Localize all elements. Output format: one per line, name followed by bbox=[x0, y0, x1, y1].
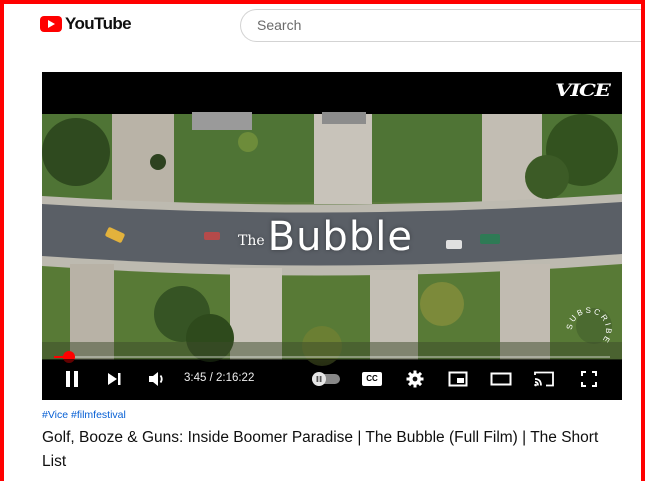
subscribe-ring-text: SUBSCRIBE bbox=[565, 306, 611, 346]
fullscreen-button[interactable] bbox=[578, 368, 600, 390]
captions-icon: CC bbox=[362, 372, 382, 386]
video-title: Golf, Booze & Guns: Inside Boomer Paradi… bbox=[42, 429, 599, 470]
captions-label: CC bbox=[366, 374, 378, 383]
fullscreen-icon bbox=[581, 371, 597, 387]
time-display: 3:45 / 2:16:22 bbox=[184, 372, 254, 384]
theater-icon bbox=[490, 372, 512, 386]
overlay-title-prefix: The bbox=[238, 233, 265, 249]
logo-text: YouTube bbox=[65, 14, 132, 33]
video-hashtags[interactable]: #Vice #filmfestival bbox=[42, 409, 126, 421]
video-player[interactable]: VICE The Bubble SUBSCRIBE 3:45 / 2:16:22 bbox=[42, 72, 622, 400]
overlay-title: Bubble bbox=[267, 214, 413, 260]
pause-icon bbox=[66, 371, 78, 387]
settings-button[interactable] bbox=[404, 368, 426, 390]
autoplay-toggle[interactable] bbox=[310, 368, 342, 390]
cast-icon bbox=[534, 371, 554, 387]
next-icon bbox=[108, 373, 121, 385]
time-current: 3:45 bbox=[184, 372, 207, 384]
cast-button[interactable] bbox=[532, 368, 556, 390]
autoplay-toggle-icon bbox=[312, 372, 340, 386]
svg-text:SUBSCRIBE: SUBSCRIBE bbox=[565, 306, 614, 346]
gear-icon bbox=[406, 370, 424, 388]
volume-icon bbox=[149, 372, 163, 386]
search-input[interactable]: Search bbox=[240, 9, 645, 42]
miniplayer-button[interactable] bbox=[446, 368, 470, 390]
video-title-overlay: The Bubble bbox=[238, 214, 413, 260]
channel-watermark: VICE bbox=[555, 81, 611, 101]
pause-button[interactable] bbox=[62, 368, 82, 390]
youtube-play-icon bbox=[40, 16, 62, 32]
miniplayer-icon bbox=[448, 371, 468, 387]
theater-mode-button[interactable] bbox=[488, 368, 514, 390]
player-controls: 3:45 / 2:16:22 CC bbox=[42, 359, 622, 400]
subscribe-watermark[interactable]: SUBSCRIBE bbox=[564, 305, 614, 355]
time-total: 2:16:22 bbox=[215, 372, 255, 384]
next-button[interactable] bbox=[104, 368, 124, 390]
volume-button[interactable] bbox=[146, 368, 168, 390]
progress-bar[interactable] bbox=[54, 351, 610, 363]
time-separator: / bbox=[206, 372, 216, 384]
youtube-logo[interactable]: YouTube bbox=[40, 14, 132, 34]
captions-button[interactable]: CC bbox=[360, 368, 384, 390]
